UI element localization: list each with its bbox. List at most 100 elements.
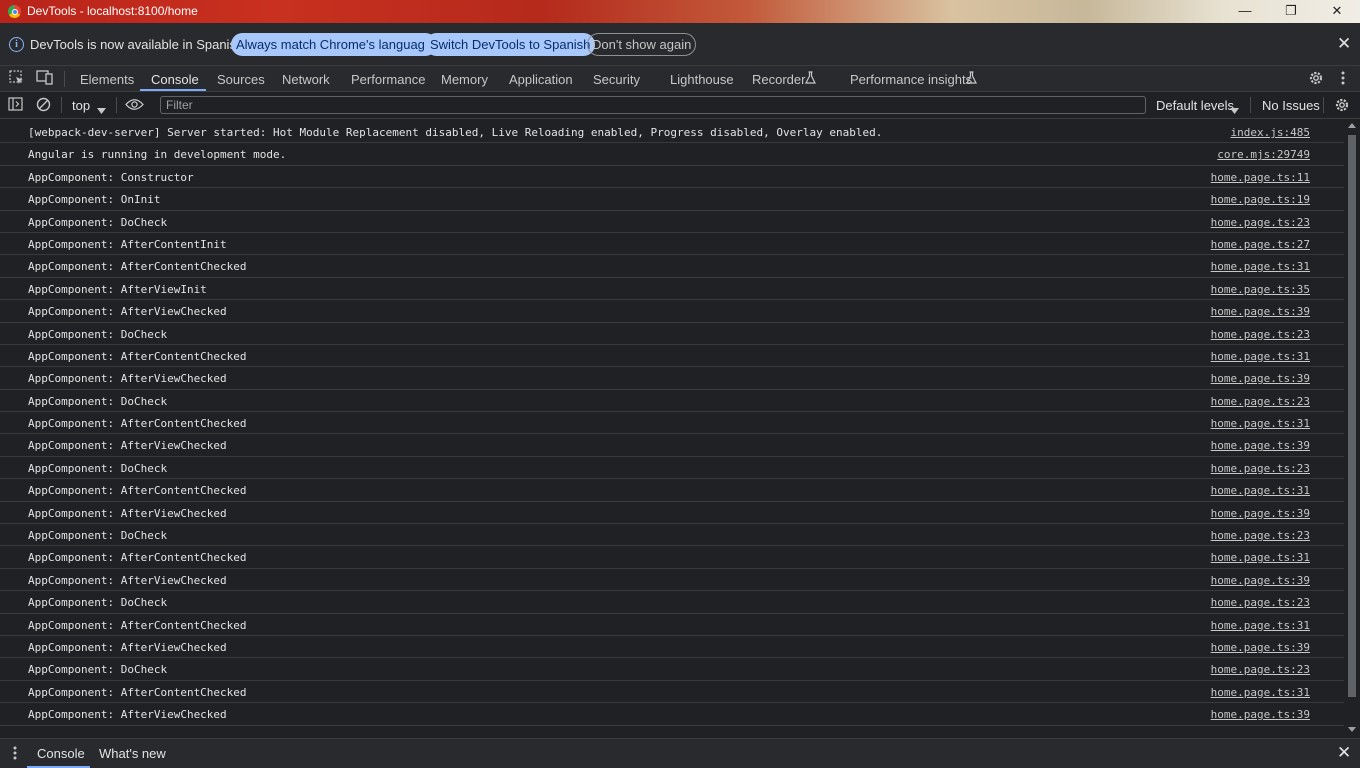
tab-console[interactable]: Console — [151, 72, 199, 87]
sidebar-toggle-icon[interactable] — [8, 97, 23, 114]
log-levels-dropdown[interactable]: Default levels — [1156, 98, 1234, 113]
log-source-link[interactable]: home.page.ts:23 — [1211, 663, 1310, 676]
issues-counter[interactable]: No Issues — [1262, 98, 1320, 113]
log-source-link[interactable]: home.page.ts:23 — [1211, 328, 1310, 341]
tab-application[interactable]: Application — [509, 72, 573, 87]
scroll-up-icon[interactable] — [1348, 123, 1356, 128]
log-message: AppComponent: AfterViewChecked — [28, 506, 227, 520]
log-source-link[interactable]: index.js:485 — [1231, 126, 1310, 139]
log-row: AppComponent: AfterContentChecked home.pa… — [0, 546, 1344, 569]
bottom-drawer: Console What's new ✕ — [0, 738, 1360, 768]
log-row: AppComponent: DoCheck home.page.ts:23 — [0, 211, 1344, 233]
language-infobar: i DevTools is now available in Spanish! … — [0, 23, 1360, 66]
toolbar-separator — [1250, 97, 1251, 113]
switch-spanish-button[interactable]: Switch DevTools to Spanish — [425, 33, 596, 56]
device-toggle-icon[interactable] — [36, 70, 53, 88]
scroll-down-icon[interactable] — [1348, 727, 1356, 732]
toolbar-separator — [61, 97, 62, 113]
log-source-link[interactable]: home.page.ts:23 — [1211, 529, 1310, 542]
log-source-link[interactable]: home.page.ts:19 — [1211, 193, 1310, 206]
log-message: AppComponent: DoCheck — [28, 394, 168, 408]
log-message: AppComponent: AfterContentChecked — [28, 618, 247, 632]
drawer-tab-console[interactable]: Console — [37, 746, 85, 761]
close-drawer-icon[interactable]: ✕ — [1337, 743, 1351, 763]
log-message: AppComponent: AfterViewChecked — [28, 372, 227, 386]
log-source-link[interactable]: home.page.ts:23 — [1211, 216, 1310, 229]
tab-elements[interactable]: Elements — [80, 72, 134, 87]
log-row: AppComponent: AfterViewChecked home.page.… — [0, 367, 1344, 390]
drawer-tab-whats-new[interactable]: What's new — [99, 746, 166, 761]
tab-performance-insights[interactable]: Performance insights — [850, 72, 972, 87]
tab-lighthouse[interactable]: Lighthouse — [670, 72, 734, 87]
match-language-button[interactable]: Always match Chrome's language — [231, 33, 438, 56]
log-row: AppComponent: AfterViewChecked home.page.… — [0, 300, 1344, 323]
dont-show-again-button[interactable]: Don't show again — [587, 33, 697, 56]
kebab-menu-icon[interactable] — [1340, 70, 1346, 89]
dropdown-arrow-icon[interactable] — [1230, 101, 1239, 117]
log-source-link[interactable]: home.page.ts:23 — [1211, 462, 1310, 475]
tab-network[interactable]: Network — [282, 72, 330, 87]
infobar-message: DevTools is now available in Spanish! — [30, 37, 247, 52]
log-row: Angular is running in development mode. c… — [0, 143, 1344, 166]
tab-memory[interactable]: Memory — [441, 72, 488, 87]
log-source-link[interactable]: home.page.ts:31 — [1211, 350, 1310, 363]
scrollbar-thumb[interactable] — [1348, 135, 1356, 697]
clear-console-icon[interactable] — [36, 97, 51, 115]
maximize-button[interactable]: ❐ — [1268, 0, 1314, 23]
log-source-link[interactable]: home.page.ts:31 — [1211, 686, 1310, 699]
filter-input[interactable]: Filter — [160, 96, 1146, 114]
log-source-link[interactable]: home.page.ts:39 — [1211, 305, 1310, 318]
log-source-link[interactable]: home.page.ts:35 — [1211, 283, 1310, 296]
gear-icon[interactable] — [1308, 70, 1324, 89]
log-message: AppComponent: AfterViewChecked — [28, 708, 227, 722]
close-infobar-icon[interactable]: ✕ — [1337, 34, 1351, 54]
log-message: AppComponent: AfterContentChecked — [28, 551, 247, 565]
log-source-link[interactable]: home.page.ts:11 — [1211, 171, 1310, 184]
log-source-link[interactable]: home.page.ts:39 — [1211, 439, 1310, 452]
log-message: AppComponent: DoCheck — [28, 461, 168, 475]
tabs-separator — [64, 71, 65, 87]
log-message: AppComponent: DoCheck — [28, 327, 168, 341]
log-source-link[interactable]: home.page.ts:39 — [1211, 574, 1310, 587]
log-message: AppComponent: AfterContentChecked — [28, 349, 247, 363]
tab-performance[interactable]: Performance — [351, 72, 425, 87]
minimize-button[interactable]: — — [1222, 0, 1268, 23]
log-row: AppComponent: AfterContentChecked home.pa… — [0, 479, 1344, 502]
log-message: Angular is running in development mode. — [28, 148, 287, 162]
window-titlebar: DevTools - localhost:8100/home — ❐ ✕ — [0, 0, 1360, 23]
tab-security[interactable]: Security — [593, 72, 640, 87]
log-message: AppComponent: Constructor — [28, 170, 194, 184]
log-message: AppComponent: DoCheck — [28, 663, 168, 677]
log-source-link[interactable]: home.page.ts:31 — [1211, 551, 1310, 564]
log-source-link[interactable]: home.page.ts:31 — [1211, 417, 1310, 430]
context-selector[interactable]: top — [72, 98, 90, 113]
log-source-link[interactable]: home.page.ts:39 — [1211, 641, 1310, 654]
log-scrollbar[interactable] — [1344, 121, 1360, 738]
log-message: AppComponent: AfterViewInit — [28, 282, 207, 296]
log-row: AppComponent: AfterViewChecked home.page.… — [0, 636, 1344, 659]
tab-recorder[interactable]: Recorder — [752, 72, 805, 87]
log-message: AppComponent: DoCheck — [28, 529, 168, 543]
log-source-link[interactable]: home.page.ts:39 — [1211, 708, 1310, 721]
log-source-link[interactable]: home.page.ts:31 — [1211, 260, 1310, 273]
log-row: AppComponent: DoCheck home.page.ts:23 — [0, 457, 1344, 480]
log-source-link[interactable]: home.page.ts:23 — [1211, 395, 1310, 408]
log-source-link[interactable]: home.page.ts:39 — [1211, 372, 1310, 385]
console-toolbar: top Filter Default levels No Issues — [0, 92, 1360, 119]
inspect-element-icon[interactable] — [9, 70, 24, 88]
log-source-link[interactable]: home.page.ts:31 — [1211, 484, 1310, 497]
log-source-link[interactable]: home.page.ts:31 — [1211, 619, 1310, 632]
kebab-menu-icon[interactable] — [12, 745, 18, 764]
dropdown-arrow-icon[interactable] — [97, 101, 106, 117]
eye-icon[interactable] — [125, 98, 144, 114]
tab-sources[interactable]: Sources — [217, 72, 265, 87]
log-source-link[interactable]: home.page.ts:27 — [1211, 238, 1310, 251]
log-message: AppComponent: OnInit — [28, 193, 161, 207]
close-window-button[interactable]: ✕ — [1314, 0, 1360, 23]
log-source-link[interactable]: home.page.ts:39 — [1211, 507, 1310, 520]
window-title: DevTools - localhost:8100/home — [27, 4, 198, 18]
log-source-link[interactable]: home.page.ts:23 — [1211, 596, 1310, 609]
log-source-link[interactable]: core.mjs:29749 — [1217, 148, 1310, 161]
chrome-icon — [8, 5, 21, 18]
gear-icon[interactable] — [1334, 97, 1350, 116]
